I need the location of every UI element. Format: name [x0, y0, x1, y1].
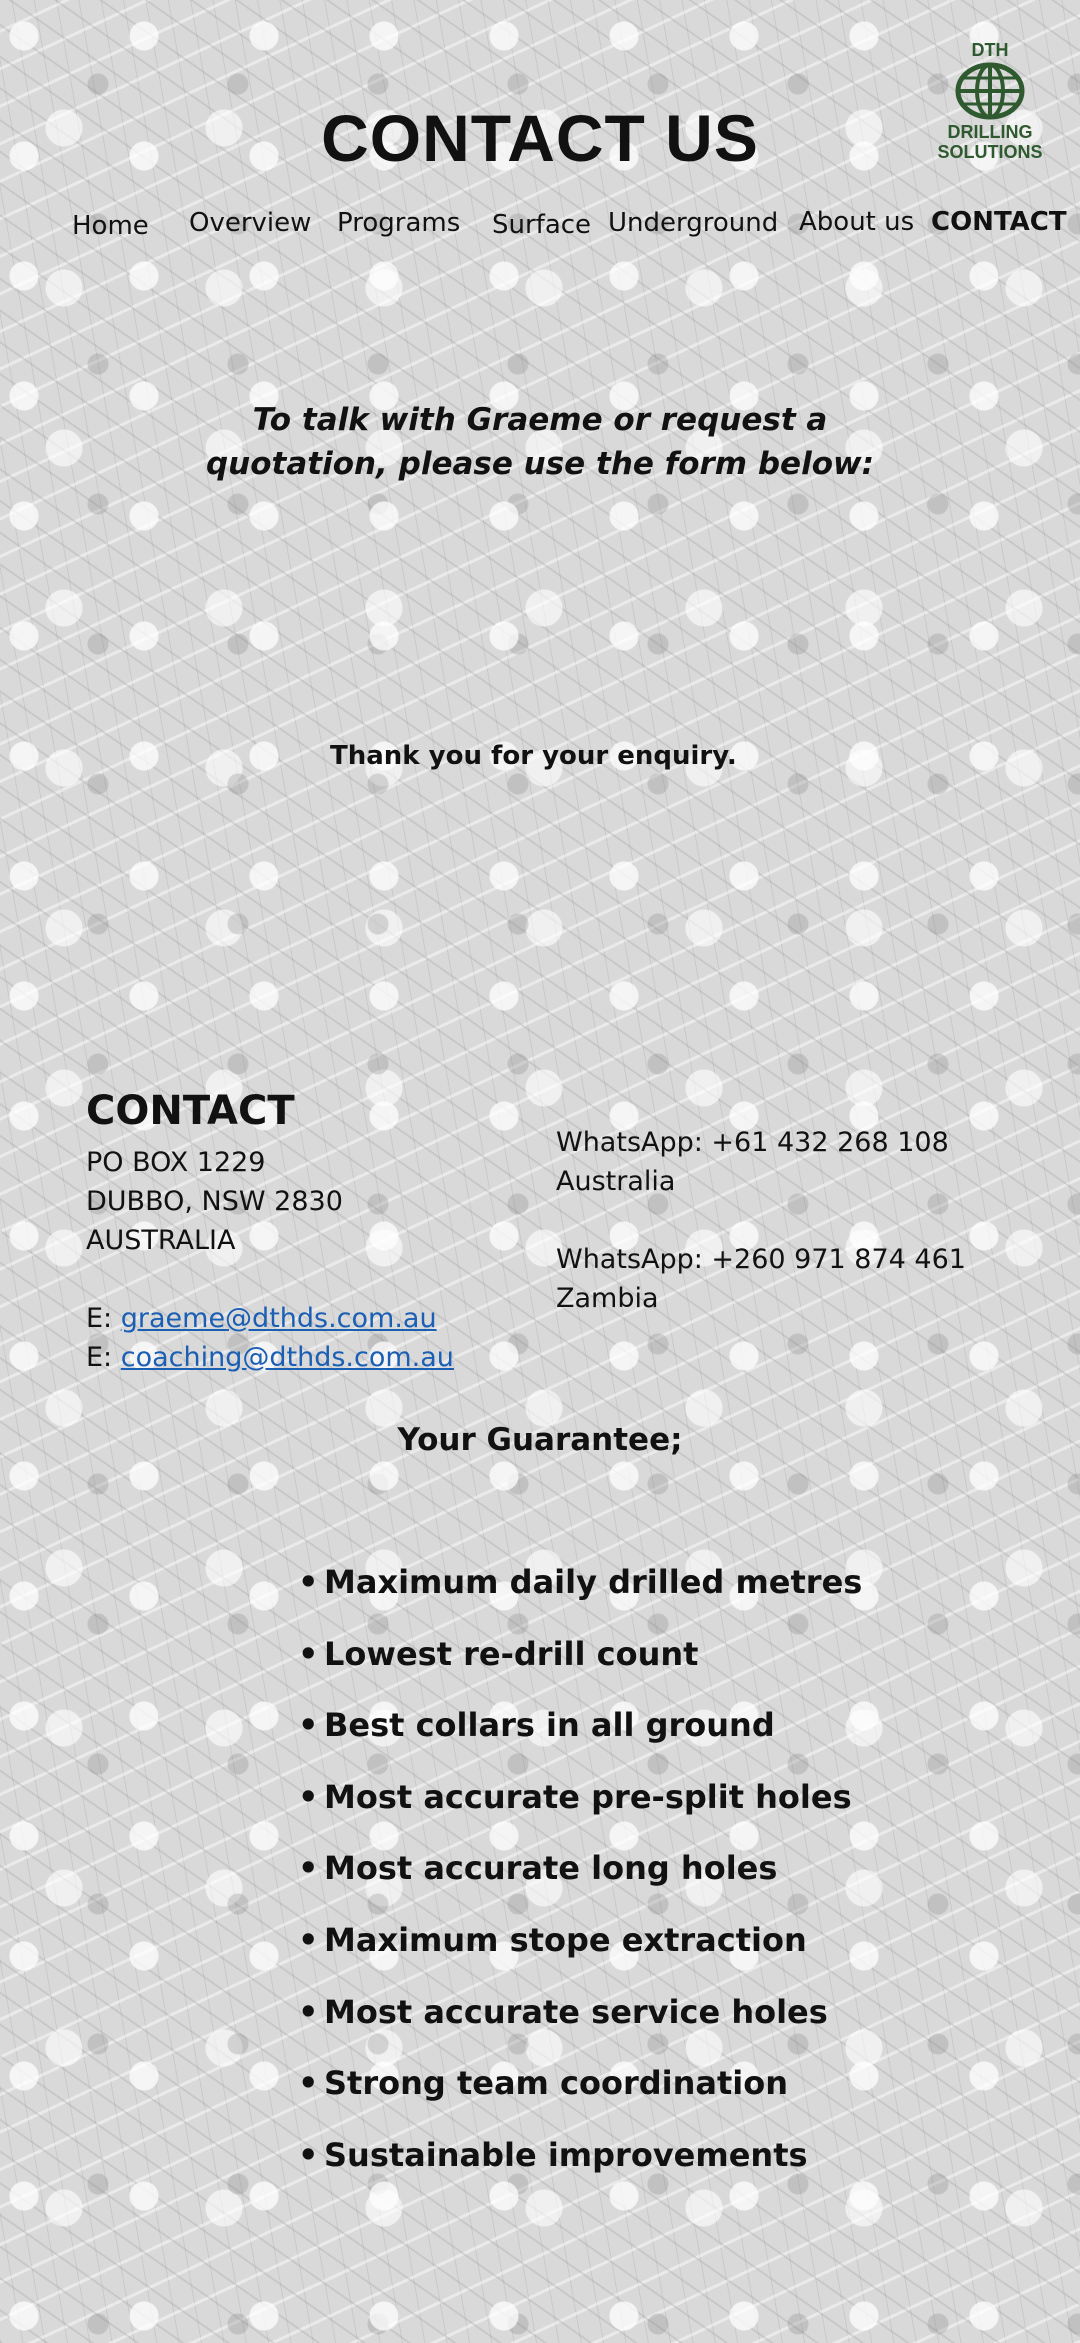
email-prefix: E:	[86, 1303, 113, 1334]
guarantee-item-text: Maximum stope extraction	[324, 1920, 807, 1959]
bullet-icon: •	[298, 1563, 319, 1601]
bullet-icon: •	[298, 1777, 319, 1816]
guarantee-item: • Most accurate pre-split holes	[298, 1775, 862, 1847]
email-prefix: E:	[86, 1342, 113, 1373]
logo-text-bottom: SOLUTIONS	[937, 142, 1043, 162]
nav-surface[interactable]: Surface	[492, 210, 591, 240]
contact-address-block: PO BOX 1229 DUBBO, NSW 2830 AUSTRALIA E:…	[86, 1143, 454, 1377]
address-line-3: AUSTRALIA	[86, 1225, 236, 1256]
guarantee-item-text: Most accurate pre-split holes	[324, 1777, 852, 1816]
nav-about-us[interactable]: About us	[799, 207, 914, 237]
bullet-icon: •	[298, 1849, 319, 1888]
guarantee-item-text: Maximum daily drilled metres	[324, 1563, 863, 1601]
intro-line-2: quotation, please use the form below:	[205, 446, 875, 482]
globe-icon	[955, 62, 1025, 120]
whatsapp-country-zambia: Zambia	[556, 1283, 659, 1314]
guarantee-item: • Maximum daily drilled metres	[298, 1560, 862, 1632]
guarantee-item: • Sustainable improvements	[298, 2133, 862, 2205]
address-line-1: PO BOX 1229	[86, 1147, 266, 1178]
email-row-2: E: coaching@dthds.com.au	[86, 1338, 454, 1377]
company-logo[interactable]: DTH DRILLING SOLUTIONS	[928, 40, 1052, 170]
address-line-2: DUBBO, NSW 2830	[86, 1186, 343, 1217]
email-link-coaching[interactable]: coaching@dthds.com.au	[121, 1342, 454, 1373]
nav-underground[interactable]: Underground	[608, 208, 778, 238]
guarantee-title: Your Guarantee;	[397, 1422, 683, 1458]
logo-text-middle: DRILLING	[947, 122, 1033, 142]
guarantee-item: • Most accurate long holes	[298, 1846, 862, 1918]
guarantee-item: • Lowest re-drill count	[298, 1632, 862, 1704]
bullet-icon: •	[298, 1992, 319, 2031]
logo-text-top: DTH	[971, 40, 1009, 60]
whatsapp-block: WhatsApp: +61 432 268 108 Australia What…	[556, 1123, 966, 1318]
bullet-icon: •	[298, 1634, 319, 1673]
whatsapp-number-zambia: WhatsApp: +260 971 874 461	[556, 1244, 966, 1275]
guarantee-item: • Maximum stope extraction	[298, 1918, 862, 1990]
guarantee-item-text: Most accurate service holes	[324, 1992, 828, 2031]
nav-home[interactable]: Home	[72, 211, 149, 241]
nav-overview[interactable]: Overview	[189, 208, 311, 238]
whatsapp-country-australia: Australia	[556, 1166, 676, 1197]
form-intro: To talk with Graeme or request a quotati…	[0, 398, 1080, 486]
guarantee-item-text: Lowest re-drill count	[324, 1634, 699, 1673]
email-row-1: E: graeme@dthds.com.au	[86, 1299, 454, 1338]
bullet-icon: •	[298, 1920, 319, 1959]
intro-line-1: To talk with Graeme or request a	[252, 402, 828, 438]
bullet-icon: •	[298, 1706, 319, 1745]
guarantee-item-text: Best collars in all ground	[324, 1706, 775, 1745]
bullet-icon: •	[298, 2064, 319, 2103]
whatsapp-number-australia: WhatsApp: +61 432 268 108	[556, 1127, 949, 1158]
guarantee-item: • Most accurate service holes	[298, 1990, 862, 2062]
guarantee-item-text: Most accurate long holes	[324, 1849, 778, 1888]
guarantee-item-text: Sustainable improvements	[324, 2135, 808, 2174]
guarantee-item-text: Strong team coordination	[324, 2064, 789, 2103]
nav-contact[interactable]: CONTACT	[931, 207, 1067, 237]
nav-programs[interactable]: Programs	[337, 208, 460, 238]
guarantee-list: • Maximum daily drilled metres • Lowest re…	[298, 1560, 862, 2204]
guarantee-item: • Best collars in all ground	[298, 1703, 862, 1775]
bullet-icon: •	[298, 2135, 319, 2174]
page-title: CONTACT US	[321, 101, 759, 175]
thank-you-message: Thank you for your enquiry.	[330, 741, 737, 771]
email-link-graeme[interactable]: graeme@dthds.com.au	[121, 1303, 437, 1334]
contact-heading: CONTACT	[86, 1088, 295, 1134]
guarantee-item: • Strong team coordination	[298, 2061, 862, 2133]
